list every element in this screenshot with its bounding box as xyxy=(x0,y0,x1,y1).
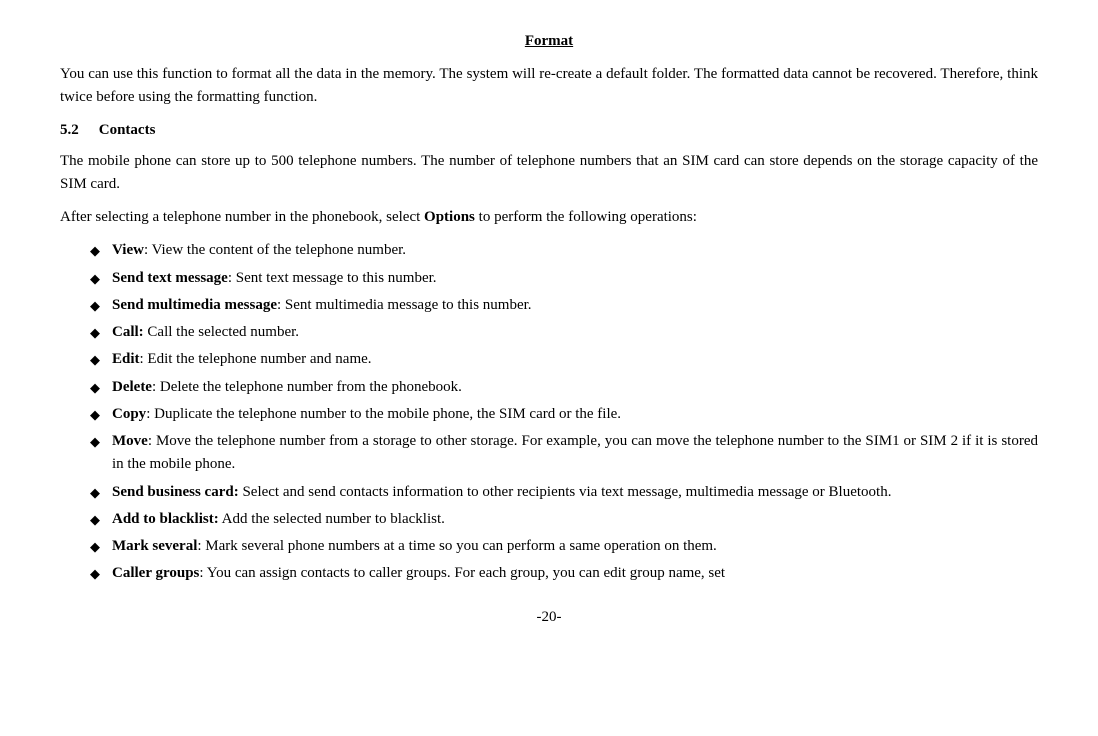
contacts-paragraph1: The mobile phone can store up to 500 tel… xyxy=(60,150,1038,197)
bullet-text: : Edit the telephone number and name. xyxy=(140,351,372,367)
list-item: ◆ Send text message: Sent text message to… xyxy=(60,267,1038,290)
bullet-label: View xyxy=(112,242,144,258)
bullet-text: : Sent multimedia message to this number… xyxy=(277,297,532,313)
bullet-label: Copy xyxy=(112,406,146,422)
list-item: ◆ Delete: Delete the telephone number fro… xyxy=(60,376,1038,399)
list-item: ◆ Mark several: Mark several phone number… xyxy=(60,535,1038,558)
section-heading: 5.2 Contacts xyxy=(60,119,1038,142)
list-item: ◆ Caller groups: You can assign contacts … xyxy=(60,562,1038,585)
bullet-content: Copy: Duplicate the telephone number to … xyxy=(112,403,1038,426)
bullet-label: Delete xyxy=(112,379,152,395)
bullet-diamond-icon: ◆ xyxy=(90,405,100,425)
bullet-text: Select and send contacts information to … xyxy=(239,484,892,500)
bullet-label: Edit xyxy=(112,351,140,367)
list-item: ◆ View: View the content of the telephone… xyxy=(60,239,1038,262)
bullet-content: Caller groups: You can assign contacts t… xyxy=(112,562,1038,585)
list-item: ◆ Copy: Duplicate the telephone number to… xyxy=(60,403,1038,426)
contacts-intro-text: After selecting a telephone number in th… xyxy=(60,209,424,225)
bullet-diamond-icon: ◆ xyxy=(90,432,100,452)
bullet-text: : Mark several phone numbers at a time s… xyxy=(197,538,716,554)
bullet-label: Mark several xyxy=(112,538,197,554)
list-item: ◆ Call: Call the selected number. xyxy=(60,321,1038,344)
bullet-diamond-icon: ◆ xyxy=(90,483,100,503)
list-item: ◆ Edit: Edit the telephone number and nam… xyxy=(60,348,1038,371)
bullet-text: : Move the telephone number from a stora… xyxy=(112,433,1038,472)
bullet-content: Call: Call the selected number. xyxy=(112,321,1038,344)
bullet-diamond-icon: ◆ xyxy=(90,350,100,370)
page-number: -20- xyxy=(60,606,1038,629)
section-title: Contacts xyxy=(99,122,156,138)
list-item: ◆ Add to blacklist: Add the selected numb… xyxy=(60,508,1038,531)
bullet-label: Send text message xyxy=(112,270,228,286)
bullet-content: View: View the content of the telephone … xyxy=(112,239,1038,262)
bullet-text: : Delete the telephone number from the p… xyxy=(152,379,462,395)
bullet-diamond-icon: ◆ xyxy=(90,537,100,557)
bullet-label: Send multimedia message xyxy=(112,297,277,313)
contacts-paragraph2: After selecting a telephone number in th… xyxy=(60,206,1038,229)
bullet-diamond-icon: ◆ xyxy=(90,323,100,343)
contacts-options-bold: Options xyxy=(424,209,475,225)
bullet-diamond-icon: ◆ xyxy=(90,241,100,261)
list-item: ◆ Move: Move the telephone number from a … xyxy=(60,430,1038,477)
bullet-content: Send multimedia message: Sent multimedia… xyxy=(112,294,1038,317)
bullet-text: Add the selected number to blacklist. xyxy=(219,511,445,527)
bullet-label: Move xyxy=(112,433,148,449)
bullet-diamond-icon: ◆ xyxy=(90,510,100,530)
bullet-label: Call: xyxy=(112,324,144,340)
bullet-content: Delete: Delete the telephone number from… xyxy=(112,376,1038,399)
bullet-text: : Sent text message to this number. xyxy=(228,270,437,286)
bullet-content: Move: Move the telephone number from a s… xyxy=(112,430,1038,477)
bullet-content: Edit: Edit the telephone number and name… xyxy=(112,348,1038,371)
contacts-intro-end: to perform the following operations: xyxy=(475,209,697,225)
format-paragraph: You can use this function to format all … xyxy=(60,63,1038,110)
bullet-label: Add to blacklist: xyxy=(112,511,219,527)
bullet-label: Caller groups xyxy=(112,565,199,581)
bullet-list: ◆ View: View the content of the telephone… xyxy=(60,239,1038,585)
list-item: ◆ Send multimedia message: Sent multimedi… xyxy=(60,294,1038,317)
bullet-content: Send business card: Select and send cont… xyxy=(112,481,1038,504)
bullet-text: : You can assign contacts to caller grou… xyxy=(199,565,725,581)
bullet-content: Add to blacklist: Add the selected numbe… xyxy=(112,508,1038,531)
list-item: ◆ Send business card: Select and send con… xyxy=(60,481,1038,504)
bullet-diamond-icon: ◆ xyxy=(90,378,100,398)
bullet-text: : View the content of the telephone numb… xyxy=(144,242,406,258)
bullet-diamond-icon: ◆ xyxy=(90,269,100,289)
bullet-text: : Duplicate the telephone number to the … xyxy=(146,406,621,422)
bullet-content: Mark several: Mark several phone numbers… xyxy=(112,535,1038,558)
bullet-content: Send text message: Sent text message to … xyxy=(112,267,1038,290)
bullet-label: Send business card: xyxy=(112,484,239,500)
page-title: Format xyxy=(60,30,1038,53)
bullet-diamond-icon: ◆ xyxy=(90,296,100,316)
bullet-text: Call the selected number. xyxy=(144,324,299,340)
bullet-diamond-icon: ◆ xyxy=(90,564,100,584)
section-number: 5.2 xyxy=(60,122,79,138)
